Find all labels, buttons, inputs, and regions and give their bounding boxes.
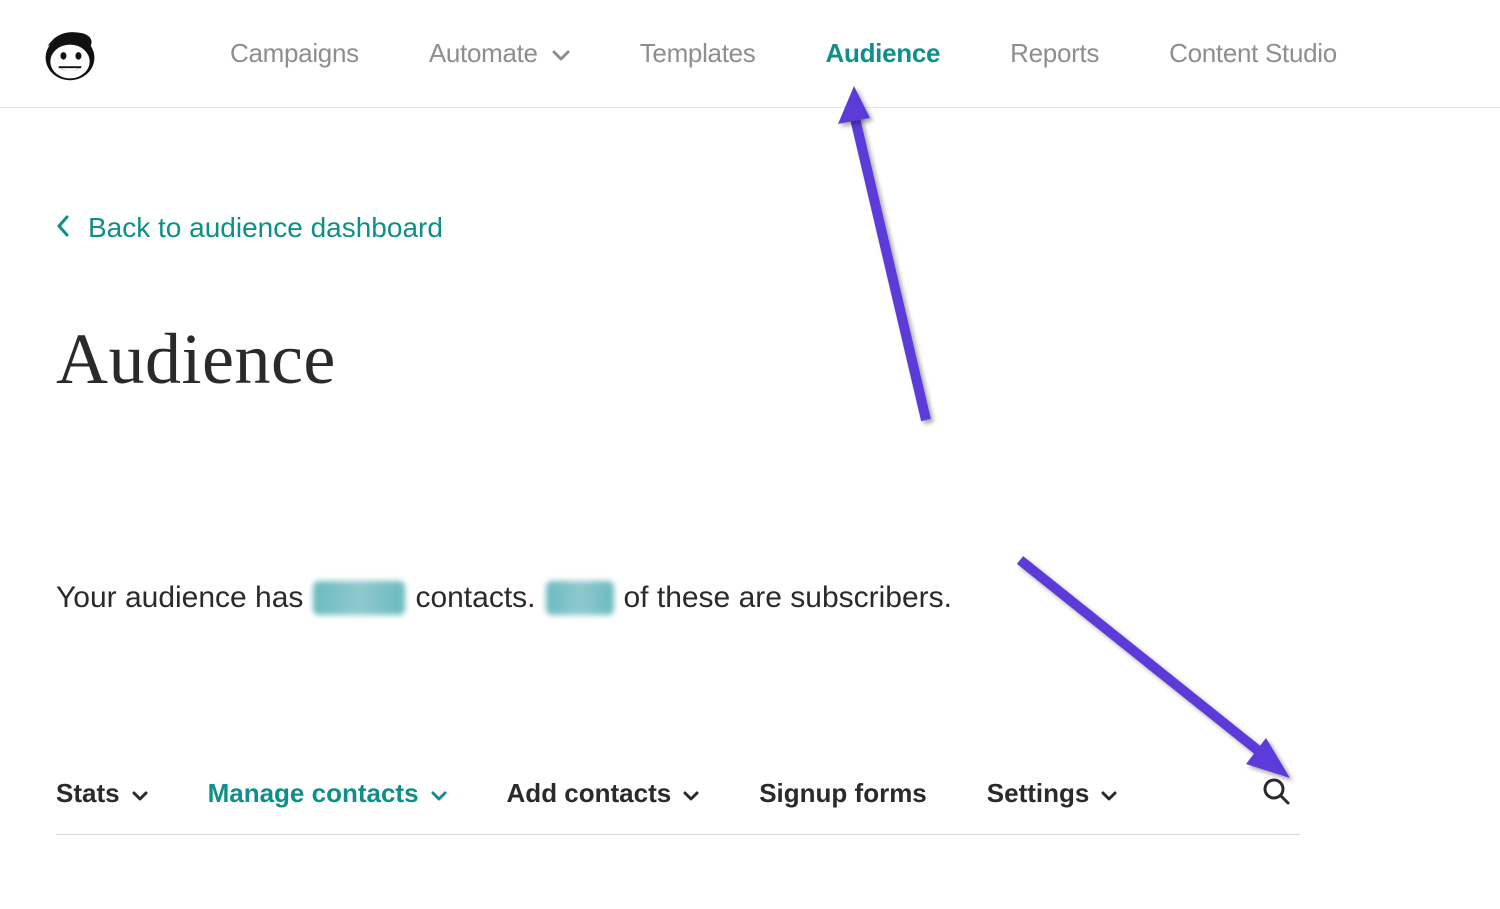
subtab-label: Settings: [987, 778, 1090, 809]
redacted-subscriber-count: [546, 581, 614, 615]
chevron-down-icon: [552, 38, 570, 69]
search-button[interactable]: [1262, 777, 1300, 810]
subtab-settings[interactable]: Settings: [987, 778, 1118, 809]
nav-label: Templates: [640, 38, 756, 69]
nav-items: Campaigns Automate Templates Audience Re…: [230, 38, 1337, 69]
audience-subtabs: Stats Manage contacts Add contacts Signu…: [56, 777, 1300, 835]
nav-label: Content Studio: [1169, 38, 1337, 69]
top-nav: Campaigns Automate Templates Audience Re…: [0, 0, 1500, 108]
subtab-label: Manage contacts: [208, 778, 419, 809]
nav-label: Campaigns: [230, 38, 359, 69]
chevron-down-icon: [132, 778, 148, 809]
nav-label: Audience: [826, 38, 941, 69]
subtab-stats[interactable]: Stats: [56, 778, 148, 809]
freddie-icon: [40, 22, 100, 86]
nav-campaigns[interactable]: Campaigns: [230, 38, 359, 69]
audience-stats-line: Your audience has contacts. of these are…: [56, 581, 1444, 615]
redacted-contact-count: [313, 581, 405, 615]
nav-label: Automate: [429, 38, 538, 69]
chevron-down-icon: [1101, 778, 1117, 809]
stats-text: Your audience has: [56, 581, 303, 615]
page-title: Audience: [56, 318, 1444, 401]
nav-templates[interactable]: Templates: [640, 38, 756, 69]
back-link-label: Back to audience dashboard: [88, 212, 443, 244]
nav-automate[interactable]: Automate: [429, 38, 570, 69]
chevron-left-icon: [56, 212, 70, 244]
nav-reports[interactable]: Reports: [1010, 38, 1099, 69]
chevron-down-icon: [683, 778, 699, 809]
stats-text: contacts.: [415, 581, 535, 615]
subtab-label: Add contacts: [507, 778, 672, 809]
stats-text: of these are subscribers.: [624, 581, 953, 615]
back-link[interactable]: Back to audience dashboard: [56, 212, 1444, 244]
brand-logo[interactable]: [40, 22, 100, 86]
subtab-add-contacts[interactable]: Add contacts: [507, 778, 700, 809]
subtab-signup-forms[interactable]: Signup forms: [759, 778, 927, 809]
nav-audience[interactable]: Audience: [826, 38, 941, 69]
subtab-manage-contacts[interactable]: Manage contacts: [208, 778, 447, 809]
chevron-down-icon: [431, 778, 447, 809]
nav-content-studio[interactable]: Content Studio: [1169, 38, 1337, 69]
search-icon: [1262, 777, 1290, 805]
subtab-label: Signup forms: [759, 778, 927, 809]
subtab-label: Stats: [56, 778, 120, 809]
page-content: Back to audience dashboard Audience Your…: [0, 108, 1500, 615]
nav-label: Reports: [1010, 38, 1099, 69]
